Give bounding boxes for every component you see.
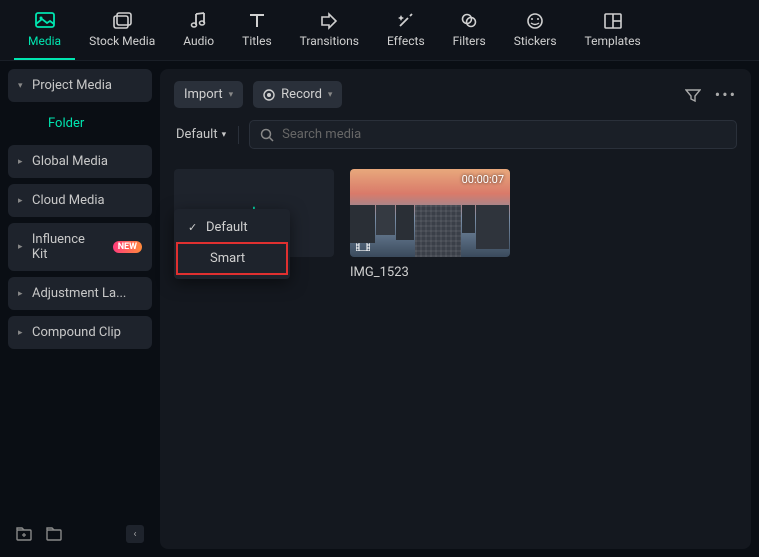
more-icon[interactable]: ••• (715, 85, 737, 104)
new-badge: NEW (113, 241, 142, 253)
nav-label: Stickers (514, 34, 557, 48)
sidebar-item-project-media[interactable]: ▾ Project Media (8, 69, 152, 102)
chevron-right-icon: ▸ (18, 328, 26, 338)
nav-effects[interactable]: Effects (373, 8, 439, 60)
nav-label: Transitions (300, 34, 359, 48)
record-icon (263, 89, 275, 101)
toolbar-right: ••• (685, 85, 737, 104)
nav-label: Media (28, 34, 61, 48)
sidebar-item-influence-kit[interactable]: ▸ Influence Kit NEW (8, 223, 152, 271)
nav-templates[interactable]: Templates (571, 8, 655, 60)
sidebar-item-compound-clip[interactable]: ▸ Compound Clip (8, 316, 152, 349)
new-folder-icon[interactable] (16, 527, 32, 541)
chevron-down-icon: ▾ (18, 81, 26, 91)
sidebar-item-label: Project Media (32, 78, 112, 93)
chevron-right-icon: ▸ (18, 196, 26, 206)
search-icon (260, 128, 274, 142)
sidebar-item-label: Cloud Media (32, 193, 105, 208)
nav-label: Effects (387, 34, 425, 48)
nav-label: Templates (585, 34, 641, 48)
stock-media-icon (112, 12, 132, 30)
thumbnail-image (350, 205, 510, 257)
chevron-right-icon: ▸ (18, 289, 26, 299)
sidebar-item-label: Influence Kit (32, 232, 103, 262)
duration-label: 00:00:07 (462, 173, 504, 186)
nav-media[interactable]: Media (14, 8, 75, 60)
chevron-down-icon: ▾ (222, 130, 227, 140)
button-label: Record (281, 87, 322, 102)
sidebar-item-label: Adjustment La... (32, 286, 126, 301)
templates-icon (603, 12, 623, 30)
nav-label: Filters (453, 34, 486, 48)
filter-icon[interactable] (685, 88, 701, 102)
sort-dropdown[interactable]: Default ▾ (174, 123, 228, 146)
dropdown-option-default[interactable]: ✓ Default (174, 213, 290, 242)
button-label: Import (184, 87, 223, 102)
transitions-icon (319, 12, 339, 30)
nav-stock-media[interactable]: Stock Media (75, 8, 169, 60)
content-panel: Import ▾ Record ▾ ••• Default ▾ (160, 69, 751, 549)
filter-bar: Default ▾ (160, 120, 751, 159)
sort-label: Default (176, 127, 218, 142)
import-button[interactable]: Import ▾ (174, 81, 243, 108)
search-wrap (249, 120, 737, 149)
collapse-sidebar-button[interactable]: ‹ (126, 525, 144, 543)
sidebar-item-global-media[interactable]: ▸ Global Media (8, 145, 152, 178)
search-input[interactable] (282, 127, 726, 142)
option-label: Smart (210, 251, 245, 266)
audio-icon (189, 12, 209, 30)
sidebar-item-label: Compound Clip (32, 325, 121, 340)
divider (238, 126, 239, 144)
chevron-down-icon: ▾ (328, 90, 333, 100)
nav-titles[interactable]: Titles (228, 8, 285, 60)
option-label: Default (206, 220, 248, 235)
nav-label: Titles (242, 34, 271, 48)
sidebar: ▾ Project Media Folder ▸ Global Media ▸ … (0, 61, 160, 557)
folder-icon[interactable] (46, 527, 62, 541)
dropdown-option-smart[interactable]: Smart (176, 242, 288, 275)
media-card[interactable]: 00:00:07 IMG_1523 (350, 169, 510, 280)
content-toolbar: Import ▾ Record ▾ ••• (160, 69, 751, 120)
chevron-down-icon: ▾ (229, 90, 234, 100)
media-thumb: 00:00:07 (350, 169, 510, 257)
effects-icon (396, 12, 416, 30)
sidebar-item-label: Global Media (32, 154, 108, 169)
sort-dropdown-menu: ✓ Default Smart (174, 209, 290, 279)
main-area: ▾ Project Media Folder ▸ Global Media ▸ … (0, 61, 759, 557)
sidebar-bottom: ‹ (8, 519, 152, 549)
top-navigation: Media Stock Media Audio Titles Transitio… (0, 0, 759, 61)
sidebar-item-cloud-media[interactable]: ▸ Cloud Media (8, 184, 152, 217)
record-button[interactable]: Record ▾ (253, 81, 342, 108)
check-icon: ✓ (188, 221, 198, 234)
titles-icon (247, 12, 267, 30)
chevron-right-icon: ▸ (18, 157, 26, 167)
sidebar-sub-folder[interactable]: Folder (8, 108, 152, 139)
stickers-icon (525, 12, 545, 30)
nav-label: Stock Media (89, 34, 155, 48)
nav-transitions[interactable]: Transitions (286, 8, 373, 60)
media-icon (35, 12, 55, 30)
sidebar-item-adjustment-layer[interactable]: ▸ Adjustment La... (8, 277, 152, 310)
nav-stickers[interactable]: Stickers (500, 8, 571, 60)
filters-icon (459, 12, 479, 30)
nav-audio[interactable]: Audio (169, 8, 228, 60)
chevron-right-icon: ▸ (18, 242, 26, 252)
card-label: IMG_1523 (350, 265, 510, 280)
nav-label: Audio (183, 34, 214, 48)
nav-filters[interactable]: Filters (439, 8, 500, 60)
